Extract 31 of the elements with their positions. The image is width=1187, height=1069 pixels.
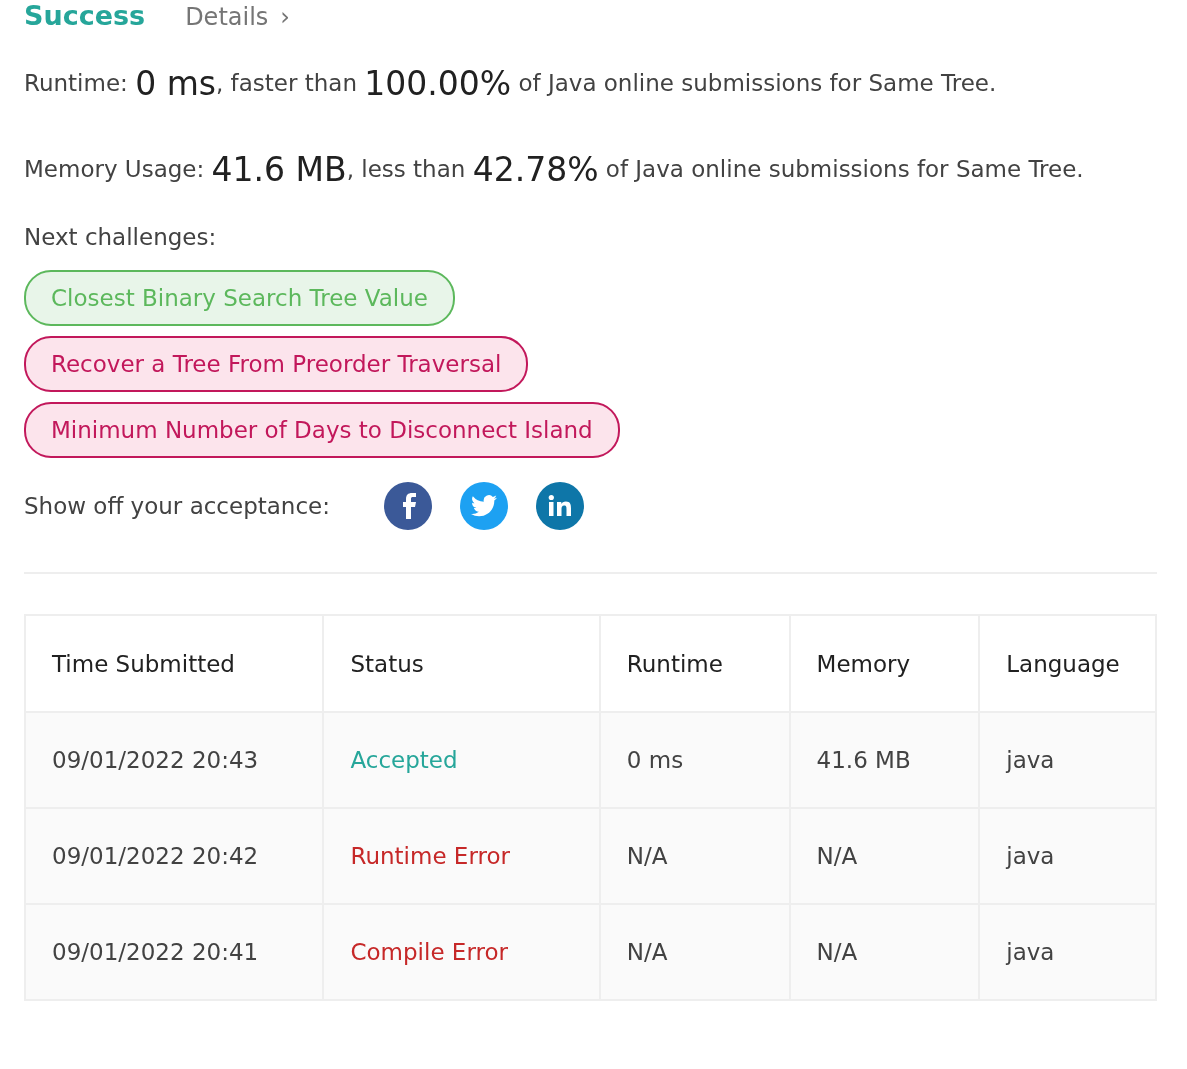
table-cell: java (979, 808, 1156, 904)
column-header: Memory (789, 615, 980, 712)
status-cell: Accepted (323, 712, 600, 808)
table-cell: 09/01/2022 20:43 (25, 712, 324, 808)
table-cell: java (979, 904, 1156, 1000)
table-cell: N/A (599, 808, 790, 904)
linkedin-share-icon[interactable] (536, 482, 584, 530)
result-title: Success (24, 0, 146, 31)
share-label: Show off your acceptance: (24, 493, 330, 519)
column-header: Time Submitted (25, 615, 324, 712)
column-header: Runtime (599, 615, 790, 712)
facebook-share-icon[interactable] (384, 482, 432, 530)
table-cell: java (979, 712, 1156, 808)
column-header: Language (979, 615, 1156, 712)
stat-line: Runtime: 0 ms, faster than 100.00% of Java online submissions for Same Tree. (24, 62, 998, 105)
table-cell: N/A (789, 904, 980, 1000)
status-cell: Compile Error (323, 904, 600, 1000)
column-header: Status (323, 615, 600, 712)
table-cell: N/A (599, 904, 790, 1000)
challenge-tag[interactable]: Minimum Number of Days to Disconnect Island (24, 402, 620, 458)
table-cell: 41.6 MB (789, 712, 980, 808)
status-cell: Runtime Error (323, 808, 600, 904)
twitter-share-icon[interactable] (460, 482, 508, 530)
table-cell: 09/01/2022 20:42 (25, 808, 324, 904)
challenge-tag[interactable]: Recover a Tree From Preorder Traversal (24, 336, 529, 392)
table-cell: 09/01/2022 20:41 (25, 904, 324, 1000)
table-cell: N/A (789, 808, 980, 904)
stat-line: Memory Usage: 41.6 MB, less than 42.78% of Java online submissions for Same Tree. (24, 148, 1085, 191)
table-cell: 0 ms (599, 712, 790, 808)
next-challenges-label: Next challenges: (24, 224, 218, 250)
details-link[interactable]: Details › (185, 3, 290, 31)
